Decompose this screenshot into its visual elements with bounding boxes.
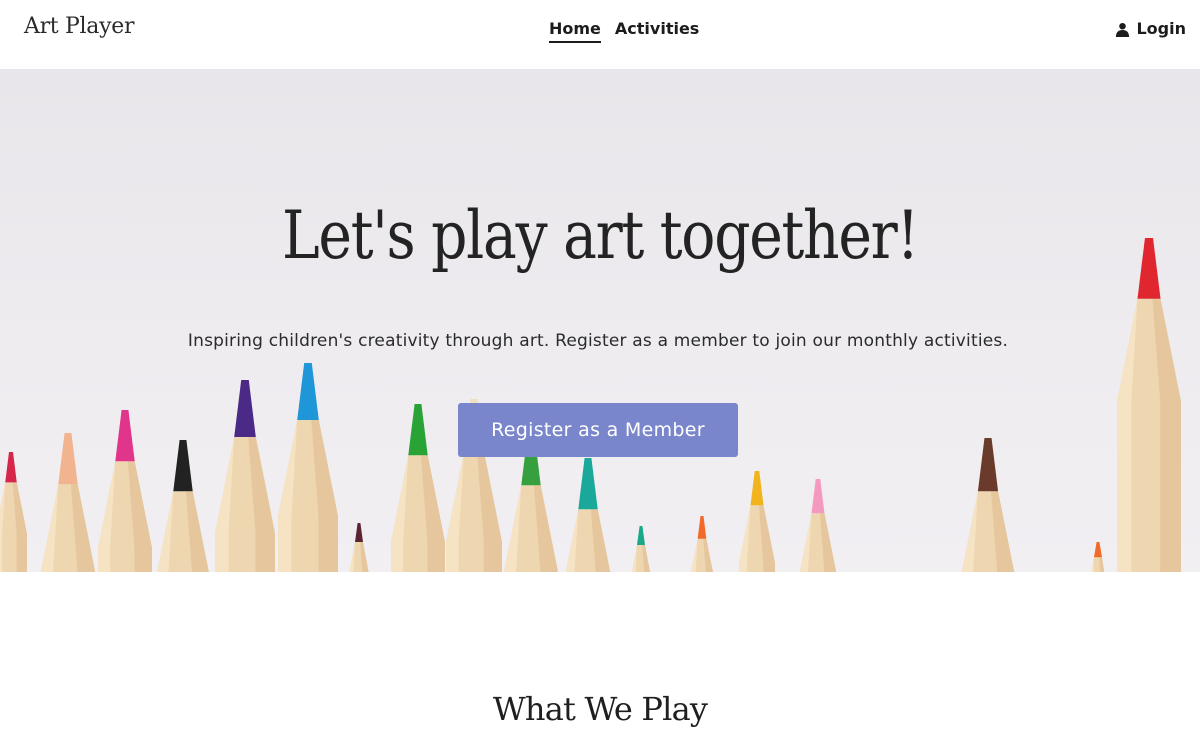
register-member-button[interactable]: Register as a Member — [458, 403, 738, 457]
what-we-play-heading: What We Play — [492, 690, 708, 728]
pencil-illustration — [0, 452, 27, 572]
pencil-illustration — [690, 516, 714, 572]
pencil-illustration — [960, 438, 1016, 572]
pencil-illustration — [98, 410, 152, 572]
hero-subtitle: Inspiring children's creativity through … — [187, 331, 1009, 351]
login-label: Login — [1136, 19, 1186, 38]
pencil-illustration — [41, 433, 95, 572]
pencil-illustration — [1117, 238, 1181, 572]
nav-link-activities[interactable]: Activities — [615, 19, 699, 43]
user-icon — [1115, 22, 1130, 37]
pencil-illustration — [739, 471, 775, 572]
main-nav: Home Activities — [549, 19, 699, 43]
pencil-illustration — [800, 479, 836, 572]
top-navbar: Art Player Home Activities Login — [0, 0, 1200, 69]
hero-banner: Let's play art together! Inspiring child… — [0, 69, 1200, 572]
pencil-illustration — [1090, 542, 1106, 572]
pencil-illustration — [391, 404, 445, 572]
pencil-illustration — [349, 523, 369, 572]
pencil-illustration — [631, 526, 651, 572]
pencil-illustration — [278, 363, 338, 572]
login-link[interactable]: Login — [1115, 19, 1186, 39]
pencil-illustration — [156, 440, 210, 572]
nav-link-home[interactable]: Home — [549, 19, 601, 43]
pencil-illustration — [561, 458, 615, 572]
pencil-illustration — [215, 380, 275, 572]
colored-pencils-image — [0, 238, 1181, 572]
hero-title: Let's play art together! — [282, 197, 919, 274]
brand-logo[interactable]: Art Player — [24, 14, 134, 39]
